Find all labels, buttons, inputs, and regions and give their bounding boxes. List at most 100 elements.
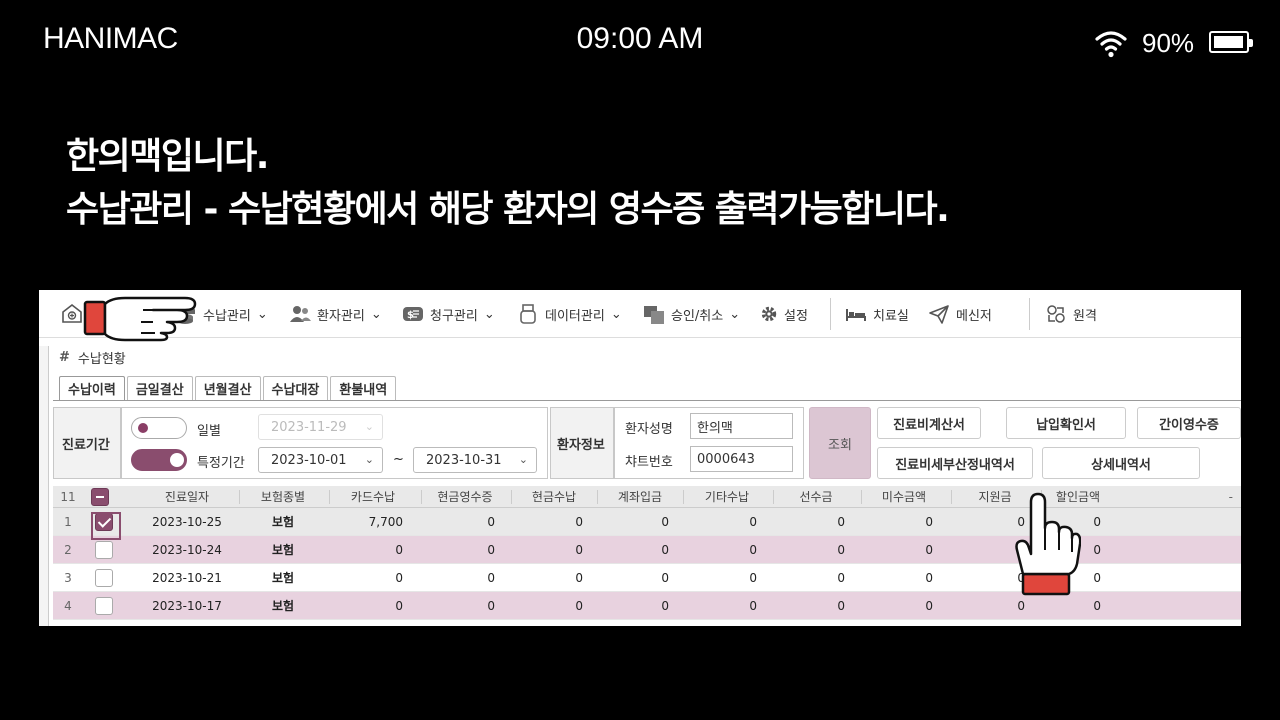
detailed-calculation-button[interactable]: 진료비세부산정내역서 [877, 447, 1033, 479]
menu-settings-label: 설정 [784, 308, 808, 324]
row-checkbox[interactable] [95, 568, 113, 587]
col-insurance-type-cell: 보험 [271, 599, 295, 613]
from-date-select[interactable]: 2023-10-01 ⌄ [258, 447, 383, 473]
wifi-icon [1095, 31, 1127, 58]
chevron-down-icon: ⌄ [729, 306, 741, 322]
row-selection-outline [91, 512, 121, 540]
col-card-cell: 0 [395, 542, 403, 557]
hash-icon: # [59, 350, 70, 365]
col-cash-cell: 0 [575, 542, 583, 557]
header-extra: - [1228, 489, 1233, 504]
col-other-header[interactable]: 기타수납 [685, 486, 769, 507]
range-toggle[interactable] [131, 449, 187, 471]
menu-patient-label: 환자관리 [317, 308, 365, 324]
status-bar: HANIMAC 09:00 AM 90% [0, 0, 1280, 80]
users-icon [290, 306, 311, 322]
col-advance-header[interactable]: 선수금 [775, 486, 857, 507]
col-card-header[interactable]: 카드수납 [331, 486, 415, 507]
col-advance-cell: 0 [837, 514, 845, 529]
search-button[interactable]: 조회 [809, 407, 871, 479]
col-insurance-type-cell: 보험 [271, 543, 295, 557]
col-cash-cell: 0 [575, 514, 583, 529]
tab-payment-history[interactable]: 수납이력 [59, 376, 125, 400]
col-card-cell: 7,700 [368, 514, 403, 529]
col-account-header[interactable]: 계좌입금 [599, 486, 681, 507]
chevron-down-icon: ⌄ [483, 306, 495, 322]
tab-daily-settlement[interactable]: 금일결산 [126, 376, 193, 400]
menu-billing[interactable]: $ 청구관리 ⌄ [402, 302, 495, 326]
chart-number-input[interactable]: 0000643 [690, 446, 793, 472]
left-gutter [39, 346, 49, 626]
col-unpaid-cell: 0 [925, 570, 933, 585]
chevron-down-icon: ⌄ [364, 453, 374, 466]
menu-treatment-room[interactable]: 치료실 [845, 302, 909, 326]
period-label: 진료기간 [62, 438, 110, 453]
tab-refunds[interactable]: 환불내역 [330, 376, 397, 400]
row-number: 3 [64, 570, 72, 585]
col-cash-header[interactable]: 현금수납 [513, 486, 595, 507]
menu-data[interactable]: 데이터관리 ⌄ [517, 302, 622, 326]
receipt-statement-button[interactable]: 진료비계산서 [877, 407, 981, 439]
col-insurance-type-cell: 보험 [271, 571, 295, 585]
col-unpaid-header[interactable]: 미수금액 [863, 486, 945, 507]
menu-approval-label: 승인/취소 [671, 308, 724, 324]
range-label: 특정기간 [197, 456, 245, 471]
patient-name-input[interactable]: 한의맥 [690, 413, 793, 439]
daily-date-select[interactable]: 2023-11-29 ⌄ [258, 414, 383, 440]
select-all-checkbox[interactable] [91, 487, 109, 506]
menu-approval[interactable]: 승인/취소 ⌄ [643, 302, 740, 326]
col-advance-cell: 0 [837, 598, 845, 613]
menu-messenger[interactable]: 메신저 [928, 302, 992, 326]
app-screenshot: 수납관리 ⌄ 환자관리 ⌄ $ 청구관리 ⌄ 데이터관리 ⌄ 승인/취소 ⌄ 설정 치료실 [39, 290, 1241, 626]
col-cash-receipt-header[interactable]: 현금영수증 [423, 486, 507, 507]
col-cash-receipt-cell: 0 [487, 542, 495, 557]
daily-toggle[interactable] [131, 417, 187, 439]
gear-icon [761, 306, 777, 322]
chevron-down-icon: ⌄ [364, 420, 374, 433]
chevron-down-icon: ⌄ [518, 453, 528, 466]
tab-payment-ledger[interactable]: 수납대장 [262, 376, 329, 400]
svg-text:$: $ [407, 310, 414, 321]
battery-percent: 90% [1142, 28, 1195, 58]
menu-remote[interactable]: 원격 [1045, 302, 1097, 326]
caption-line-1: 한의맥입니다. [66, 136, 269, 177]
battery-icon [1209, 31, 1253, 53]
payment-confirmation-button[interactable]: 납입확인서 [1006, 407, 1126, 439]
battery-level [1214, 36, 1243, 48]
col-advance-cell: 0 [837, 570, 845, 585]
col-visit-date-cell: 2023-10-25 [152, 514, 222, 529]
col-advance-cell: 0 [837, 542, 845, 557]
col-card-cell: 0 [395, 598, 403, 613]
tab-monthly-settlement[interactable]: 년월결산 [194, 376, 261, 400]
to-date-select[interactable]: 2023-10-31 ⌄ [413, 447, 537, 473]
caption: 한의맥입니다. 수납관리 - 수납현황에서 해당 환자의 영수증 출력가능합니다… [66, 130, 950, 236]
chevron-down-icon: ⌄ [370, 306, 382, 322]
col-cash-receipt-cell: 0 [487, 514, 495, 529]
col-account-cell: 0 [661, 542, 669, 557]
col-other-cell: 0 [749, 598, 757, 613]
simple-receipt-button[interactable]: 간이영수증 [1137, 407, 1241, 439]
col-visit-date-header[interactable]: 진료일자 [141, 486, 233, 507]
from-date-value: 2023-10-01 [271, 452, 347, 468]
col-insurance-type-header[interactable]: 보험종별 [241, 486, 325, 507]
menu-settings[interactable]: 설정 [760, 302, 808, 326]
row-checkbox[interactable] [95, 596, 113, 615]
row-checkbox[interactable] [95, 540, 113, 559]
detailed-statement-button[interactable]: 상세내역서 [1042, 447, 1200, 479]
pointing-hand-icon [83, 296, 197, 342]
chevron-down-icon: ⌄ [610, 306, 622, 322]
col-account-cell: 0 [661, 514, 669, 529]
main-toolbar: 수납관리 ⌄ 환자관리 ⌄ $ 청구관리 ⌄ 데이터관리 ⌄ 승인/취소 ⌄ 설정 치료실 [39, 290, 1241, 338]
col-account-cell: 0 [661, 570, 669, 585]
home-icon[interactable] [61, 302, 83, 324]
remote-icon [1047, 305, 1065, 323]
col-cash-cell: 0 [575, 598, 583, 613]
caption-line-2: 수납관리 - 수납현황에서 해당 환자의 영수증 출력가능합니다. [66, 189, 950, 230]
menu-patient[interactable]: 환자관리 ⌄ [289, 302, 382, 326]
chevron-down-icon: ⌄ [256, 306, 268, 322]
col-visit-date-cell: 2023-10-21 [152, 570, 222, 585]
col-cash-cell: 0 [575, 570, 583, 585]
window-title-text: 수납현황 [77, 352, 126, 367]
usb-icon [520, 304, 536, 324]
range-separator: ~ [393, 452, 404, 467]
